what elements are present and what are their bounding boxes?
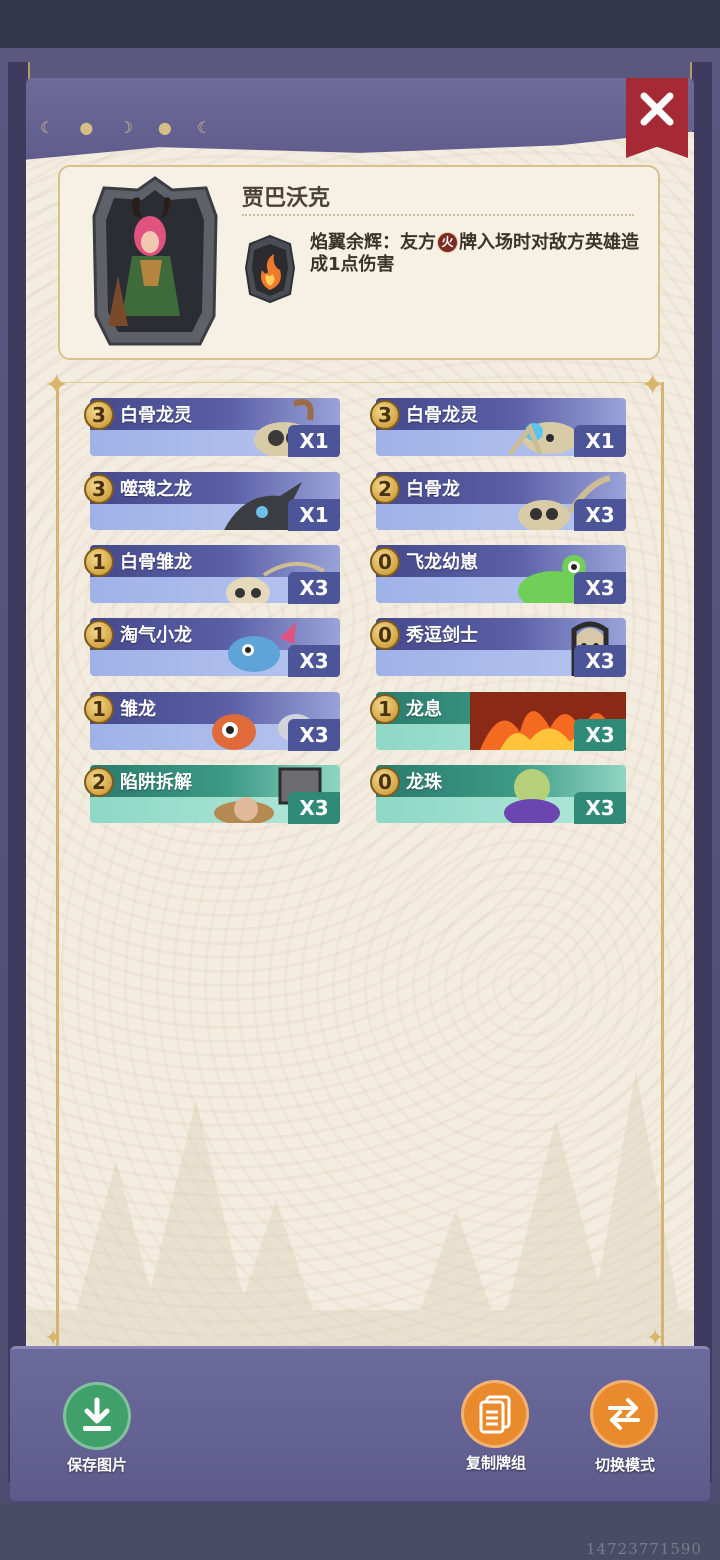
card-name: 飞龙幼崽 (406, 552, 478, 573)
switch-mode-label: 切换模式 (594, 1456, 655, 1474)
card-count: X1 (574, 425, 626, 457)
card-name: 白骨龙 (406, 479, 460, 500)
card-name: 白骨雏龙 (120, 552, 192, 573)
download-icon (83, 1397, 111, 1431)
star-decoration: ✦ (640, 368, 666, 403)
card-cost: 1 (84, 694, 114, 724)
divider (242, 214, 634, 216)
card-cost: 3 (370, 400, 400, 430)
deck-card[interactable]: 0 龙珠 X3 (370, 765, 626, 827)
card-cost: 2 (370, 474, 400, 504)
deck-card[interactable]: 0 飞龙幼崽 X3 (370, 545, 626, 607)
hero-portrait (92, 176, 218, 346)
card-name: 白骨龙灵 (120, 405, 192, 426)
copy-deck-button[interactable] (461, 1380, 529, 1448)
card-count: X3 (574, 645, 626, 677)
moon-decoration: ☾ ● ☽ ● ☾ (40, 118, 222, 137)
card-name: 白骨龙灵 (406, 405, 478, 426)
deck-card[interactable]: 1 龙息 X3 (370, 692, 626, 754)
deck-card[interactable]: 1 淘气小龙 X3 (84, 618, 340, 680)
card-cost: 1 (84, 547, 114, 577)
watermark: 14723771590 (586, 1540, 702, 1558)
deck-card[interactable]: 0 秀逗剑士 X3 (370, 618, 626, 680)
star-decoration: ✦ (44, 368, 70, 403)
save-image-button[interactable] (63, 1382, 131, 1450)
card-name: 雏龙 (120, 699, 156, 720)
switch-mode-button[interactable] (590, 1380, 658, 1448)
card-cost: 0 (370, 620, 400, 650)
card-count: X3 (574, 719, 626, 751)
card-cost: 1 (370, 694, 400, 724)
card-count: X3 (574, 572, 626, 604)
deck-card[interactable]: 3 白骨龙灵 X1 (84, 398, 340, 460)
card-count: X3 (288, 572, 340, 604)
close-icon (640, 92, 674, 126)
close-button[interactable] (626, 78, 688, 158)
deck-card[interactable]: 2 陷阱拆解 X3 (84, 765, 340, 827)
deck-card[interactable]: 1 雏龙 X3 (84, 692, 340, 754)
card-name: 秀逗剑士 (406, 625, 478, 646)
swap-icon (608, 1398, 640, 1430)
copy-icon (479, 1395, 511, 1434)
skill-text-part1: 焰翼余辉：友方 (310, 232, 436, 253)
card-name: 噬魂之龙 (120, 479, 192, 500)
card-name: 陷阱拆解 (120, 772, 192, 793)
hero-name: 贾巴沃克 (242, 186, 331, 211)
copy-deck-label: 复制牌组 (465, 1454, 526, 1472)
card-count: X3 (288, 645, 340, 677)
card-name: 龙珠 (406, 772, 442, 793)
card-count: X1 (288, 499, 340, 531)
card-count: X3 (288, 719, 340, 751)
card-count: X1 (288, 425, 340, 457)
card-cost: 3 (84, 400, 114, 430)
skill-description: 焰翼余辉：友方火牌入场时对敌方英雄造成1点伤害 (310, 232, 640, 276)
deck-card[interactable]: 3 噬魂之龙 X1 (84, 472, 340, 534)
card-cost: 1 (84, 620, 114, 650)
deck-card[interactable]: 3 白骨龙灵 X1 (370, 398, 626, 460)
fire-skill-icon (244, 234, 296, 304)
card-name: 龙息 (406, 699, 442, 720)
deck-card[interactable]: 2 白骨龙 X3 (370, 472, 626, 534)
card-cost: 2 (84, 767, 114, 797)
save-image-label: 保存图片 (66, 1456, 127, 1474)
card-name: 淘气小龙 (120, 625, 192, 646)
card-count: X3 (288, 792, 340, 824)
deck-card[interactable]: 1 白骨雏龙 X3 (84, 545, 340, 607)
card-count: X3 (574, 792, 626, 824)
fire-element-icon: 火 (437, 232, 458, 253)
card-count: X3 (574, 499, 626, 531)
card-cost: 0 (370, 767, 400, 797)
card-cost: 0 (370, 547, 400, 577)
card-cost: 3 (84, 474, 114, 504)
